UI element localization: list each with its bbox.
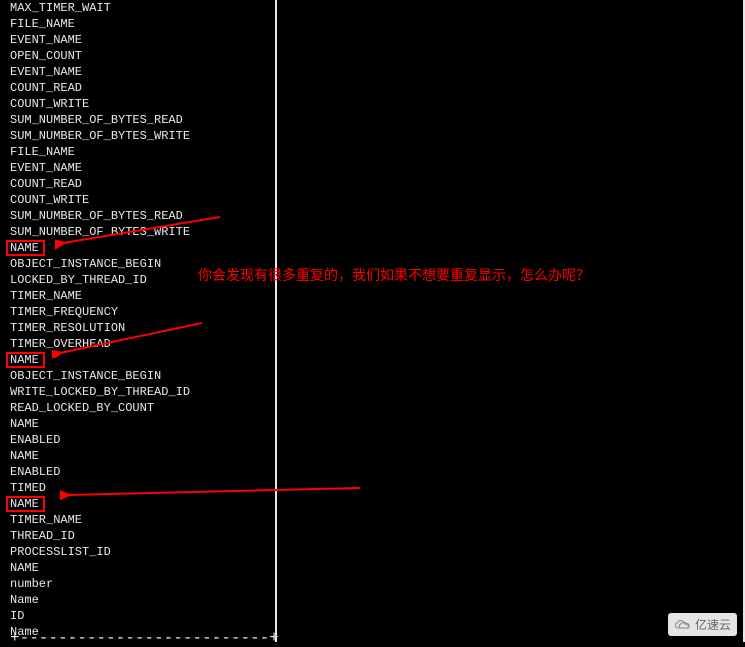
output-line: COUNT_READ	[10, 80, 190, 96]
cloud-logo-icon	[674, 619, 692, 631]
output-line: MAX_TIMER_WAIT	[10, 0, 190, 16]
output-line: number	[10, 576, 190, 592]
output-line: LOCKED_BY_THREAD_ID	[10, 272, 190, 288]
output-line: FILE_NAME	[10, 144, 190, 160]
output-line: SUM_NUMBER_OF_BYTES_READ	[10, 112, 190, 128]
annotation-text: 你会发现有很多重复的，我们如果不想要重复显示，怎么办呢？	[198, 265, 590, 285]
arrow-annotation-icon	[52, 320, 202, 358]
highlighted-name-box: NAME	[6, 352, 45, 368]
output-line: SUM_NUMBER_OF_BYTES_WRITE	[10, 128, 190, 144]
output-line: WRITE_LOCKED_BY_THREAD_ID	[10, 384, 190, 400]
output-line: COUNT_WRITE	[10, 96, 190, 112]
highlighted-name-box: NAME	[6, 496, 45, 512]
output-line: ID	[10, 608, 190, 624]
output-line: OPEN_COUNT	[10, 48, 190, 64]
output-line: TIMER_NAME	[10, 512, 190, 528]
output-line: NAME	[10, 448, 190, 464]
output-line: EVENT_NAME	[10, 32, 190, 48]
highlighted-name-box: NAME	[6, 240, 45, 256]
output-line: NAME	[10, 416, 190, 432]
output-line: NAME	[10, 560, 190, 576]
output-line: FILE_NAME	[10, 16, 190, 32]
output-line: THREAD_ID	[10, 528, 190, 544]
output-line: TIMER_FREQUENCY	[10, 304, 190, 320]
output-line: ENABLED	[10, 432, 190, 448]
output-line: OBJECT_INSTANCE_BEGIN	[10, 256, 190, 272]
output-line: TIMER_NAME	[10, 288, 190, 304]
vertical-separator	[275, 0, 277, 642]
output-line: COUNT_READ	[10, 176, 190, 192]
output-line: EVENT_NAME	[10, 64, 190, 80]
watermark: 亿速云	[668, 613, 737, 636]
output-line: OBJECT_INSTANCE_BEGIN	[10, 368, 190, 384]
output-line: READ_LOCKED_BY_COUNT	[10, 400, 190, 416]
output-line: ENABLED	[10, 464, 190, 480]
watermark-text: 亿速云	[695, 616, 731, 633]
arrow-annotation-icon	[55, 215, 220, 250]
output-line: COUNT_WRITE	[10, 192, 190, 208]
arrow-annotation-icon	[60, 482, 360, 502]
output-line: Name	[10, 592, 190, 608]
table-divider: +--------------------------+	[10, 632, 279, 644]
output-line: PROCESSLIST_ID	[10, 544, 190, 560]
output-line: EVENT_NAME	[10, 160, 190, 176]
